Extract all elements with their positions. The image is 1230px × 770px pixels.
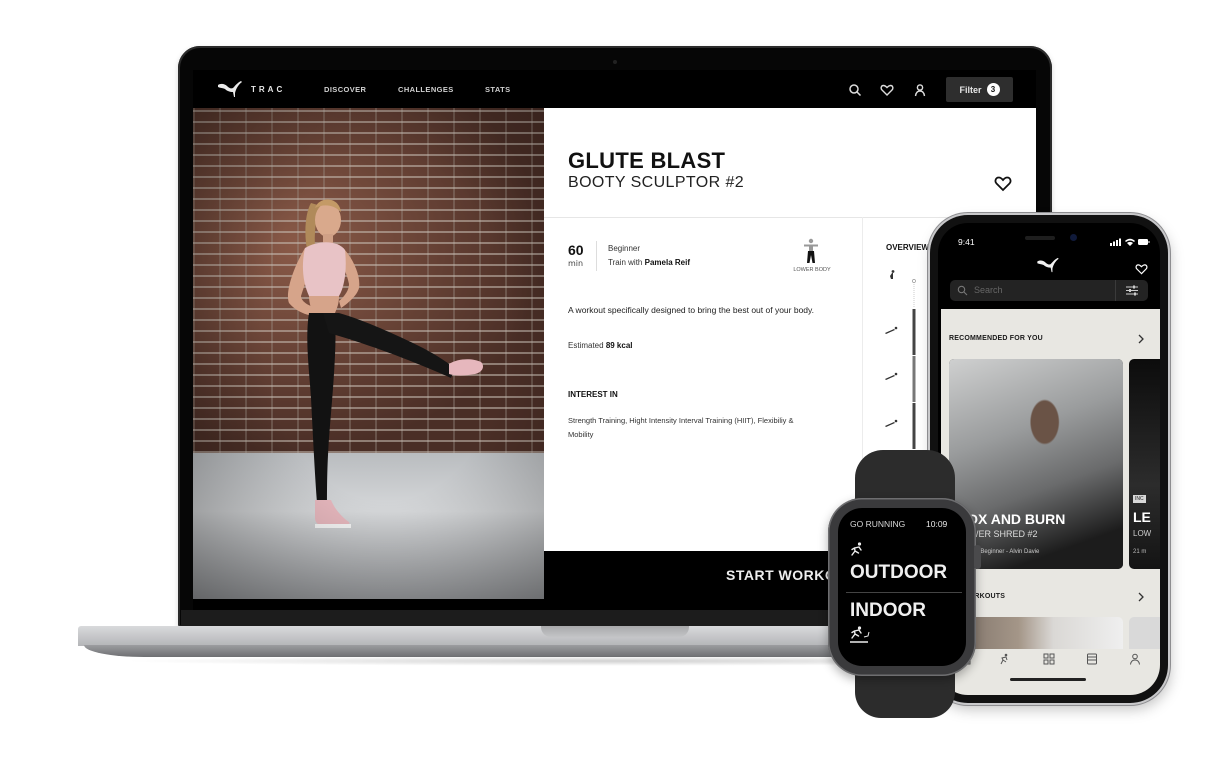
user-icon[interactable]	[913, 82, 927, 97]
search-placeholder: Search	[974, 285, 1003, 295]
filter-count-badge: 3	[986, 83, 1000, 96]
status-icons	[1110, 238, 1150, 246]
nav-discover[interactable]: DISCOVER	[324, 85, 366, 94]
workout-description: A workout specifically designed to bring…	[568, 305, 815, 315]
card-badge: INC	[1133, 495, 1146, 503]
duration-unit: min	[568, 259, 584, 268]
puma-logo-icon	[218, 81, 242, 97]
tab-bar	[941, 653, 1160, 673]
duration-value: 60	[568, 242, 584, 258]
search-separator	[1115, 280, 1116, 301]
card-meta: 21 m	[1133, 549, 1147, 555]
card-subtitle: LOW	[1133, 529, 1152, 538]
filter-label: Filter	[959, 84, 982, 95]
overview-heading: OVERVIEW	[886, 243, 929, 252]
kcal-prefix: Estimated	[568, 341, 604, 350]
puma-logo-icon	[1037, 257, 1059, 273]
nav-challenges[interactable]: CHALLENGES	[398, 85, 454, 94]
interest-heading: INTEREST IN	[568, 390, 618, 399]
estimated-calories: Estimated 89 kcal	[568, 341, 633, 350]
filter-sliders-icon[interactable]	[1126, 285, 1138, 296]
treadmill-running-icon	[850, 626, 870, 643]
card-title: LE	[1133, 509, 1151, 525]
interest-list: Strength Training, Hight Intensity Inter…	[568, 416, 794, 439]
section-title-recommended: RECOMMENDED FOR YOU	[949, 335, 1043, 342]
filter-button[interactable]: Filter 3	[946, 77, 1013, 102]
my-workout-thumbnail[interactable]	[1129, 617, 1160, 649]
brand-logo[interactable]: TRAC	[217, 80, 285, 98]
nav-stats[interactable]: STATS	[485, 85, 510, 94]
search-icon[interactable]	[848, 82, 862, 97]
workout-hero-image	[193, 108, 544, 599]
image-vignette	[193, 108, 544, 599]
lower-body-icon	[804, 238, 818, 263]
watch-crown[interactable]	[974, 545, 981, 569]
meta-separator	[596, 241, 597, 271]
heart-icon[interactable]	[880, 82, 894, 96]
phone-speaker	[1025, 236, 1055, 240]
outdoor-option[interactable]: OUTDOOR	[850, 562, 947, 584]
pushup-exercise-icon	[885, 419, 898, 427]
workout-title: GLUTE BLAST	[568, 148, 726, 173]
list-tab-icon[interactable]	[1086, 653, 1098, 665]
workout-subtitle: BOOTY SCULPTOR #2	[568, 174, 745, 191]
grid-tab-icon[interactable]	[1043, 653, 1055, 665]
status-time: 9:41	[958, 237, 975, 247]
pushup-exercise-icon	[885, 372, 898, 380]
watch-app-title: GO RUNNING	[850, 519, 906, 529]
watch-time: 10:09	[926, 519, 948, 529]
favorite-heart-icon[interactable]	[994, 176, 1012, 192]
laptop-camera	[613, 60, 617, 64]
running-tab-icon[interactable]	[998, 653, 1010, 665]
difficulty-level: Beginner	[608, 244, 641, 253]
outdoor-running-icon	[851, 542, 862, 556]
workout-card[interactable]: INC LE LOW 21 m	[1129, 359, 1160, 569]
home-indicator	[1010, 678, 1086, 681]
chevron-right-icon[interactable]	[1137, 334, 1145, 344]
warmup-exercise-icon	[890, 270, 895, 279]
body-focus-label: LOWER BODY	[793, 267, 831, 273]
top-nav: TRAC DISCOVER CHALLENGES STATS Filter 3	[193, 70, 1036, 108]
trainer-prefix: Train with	[608, 258, 643, 267]
trainer-line: Train with Pamela Reif	[608, 258, 690, 267]
search-icon	[957, 285, 968, 296]
chevron-right-icon[interactable]	[1137, 592, 1145, 602]
pushup-exercise-icon	[885, 326, 898, 334]
profile-tab-icon[interactable]	[1129, 653, 1141, 665]
search-input[interactable]: Search	[950, 280, 1148, 301]
indoor-option[interactable]: INDOOR	[850, 600, 926, 622]
trainer-name[interactable]: Pamela Reif	[645, 258, 690, 267]
watch-screen: GO RUNNING 10:09 OUTDOOR INDOOR	[838, 508, 966, 666]
laptop-opening-notch	[541, 626, 689, 637]
brand-name: TRAC	[251, 84, 286, 94]
favorites-heart-icon[interactable]	[1135, 263, 1148, 275]
phone-camera	[1070, 234, 1077, 241]
kcal-value: 89 kcal	[605, 341, 633, 350]
product-mockup-stage: TRAC DISCOVER CHALLENGES STATS Filter 3	[0, 0, 1230, 770]
watch-divider	[846, 592, 962, 593]
